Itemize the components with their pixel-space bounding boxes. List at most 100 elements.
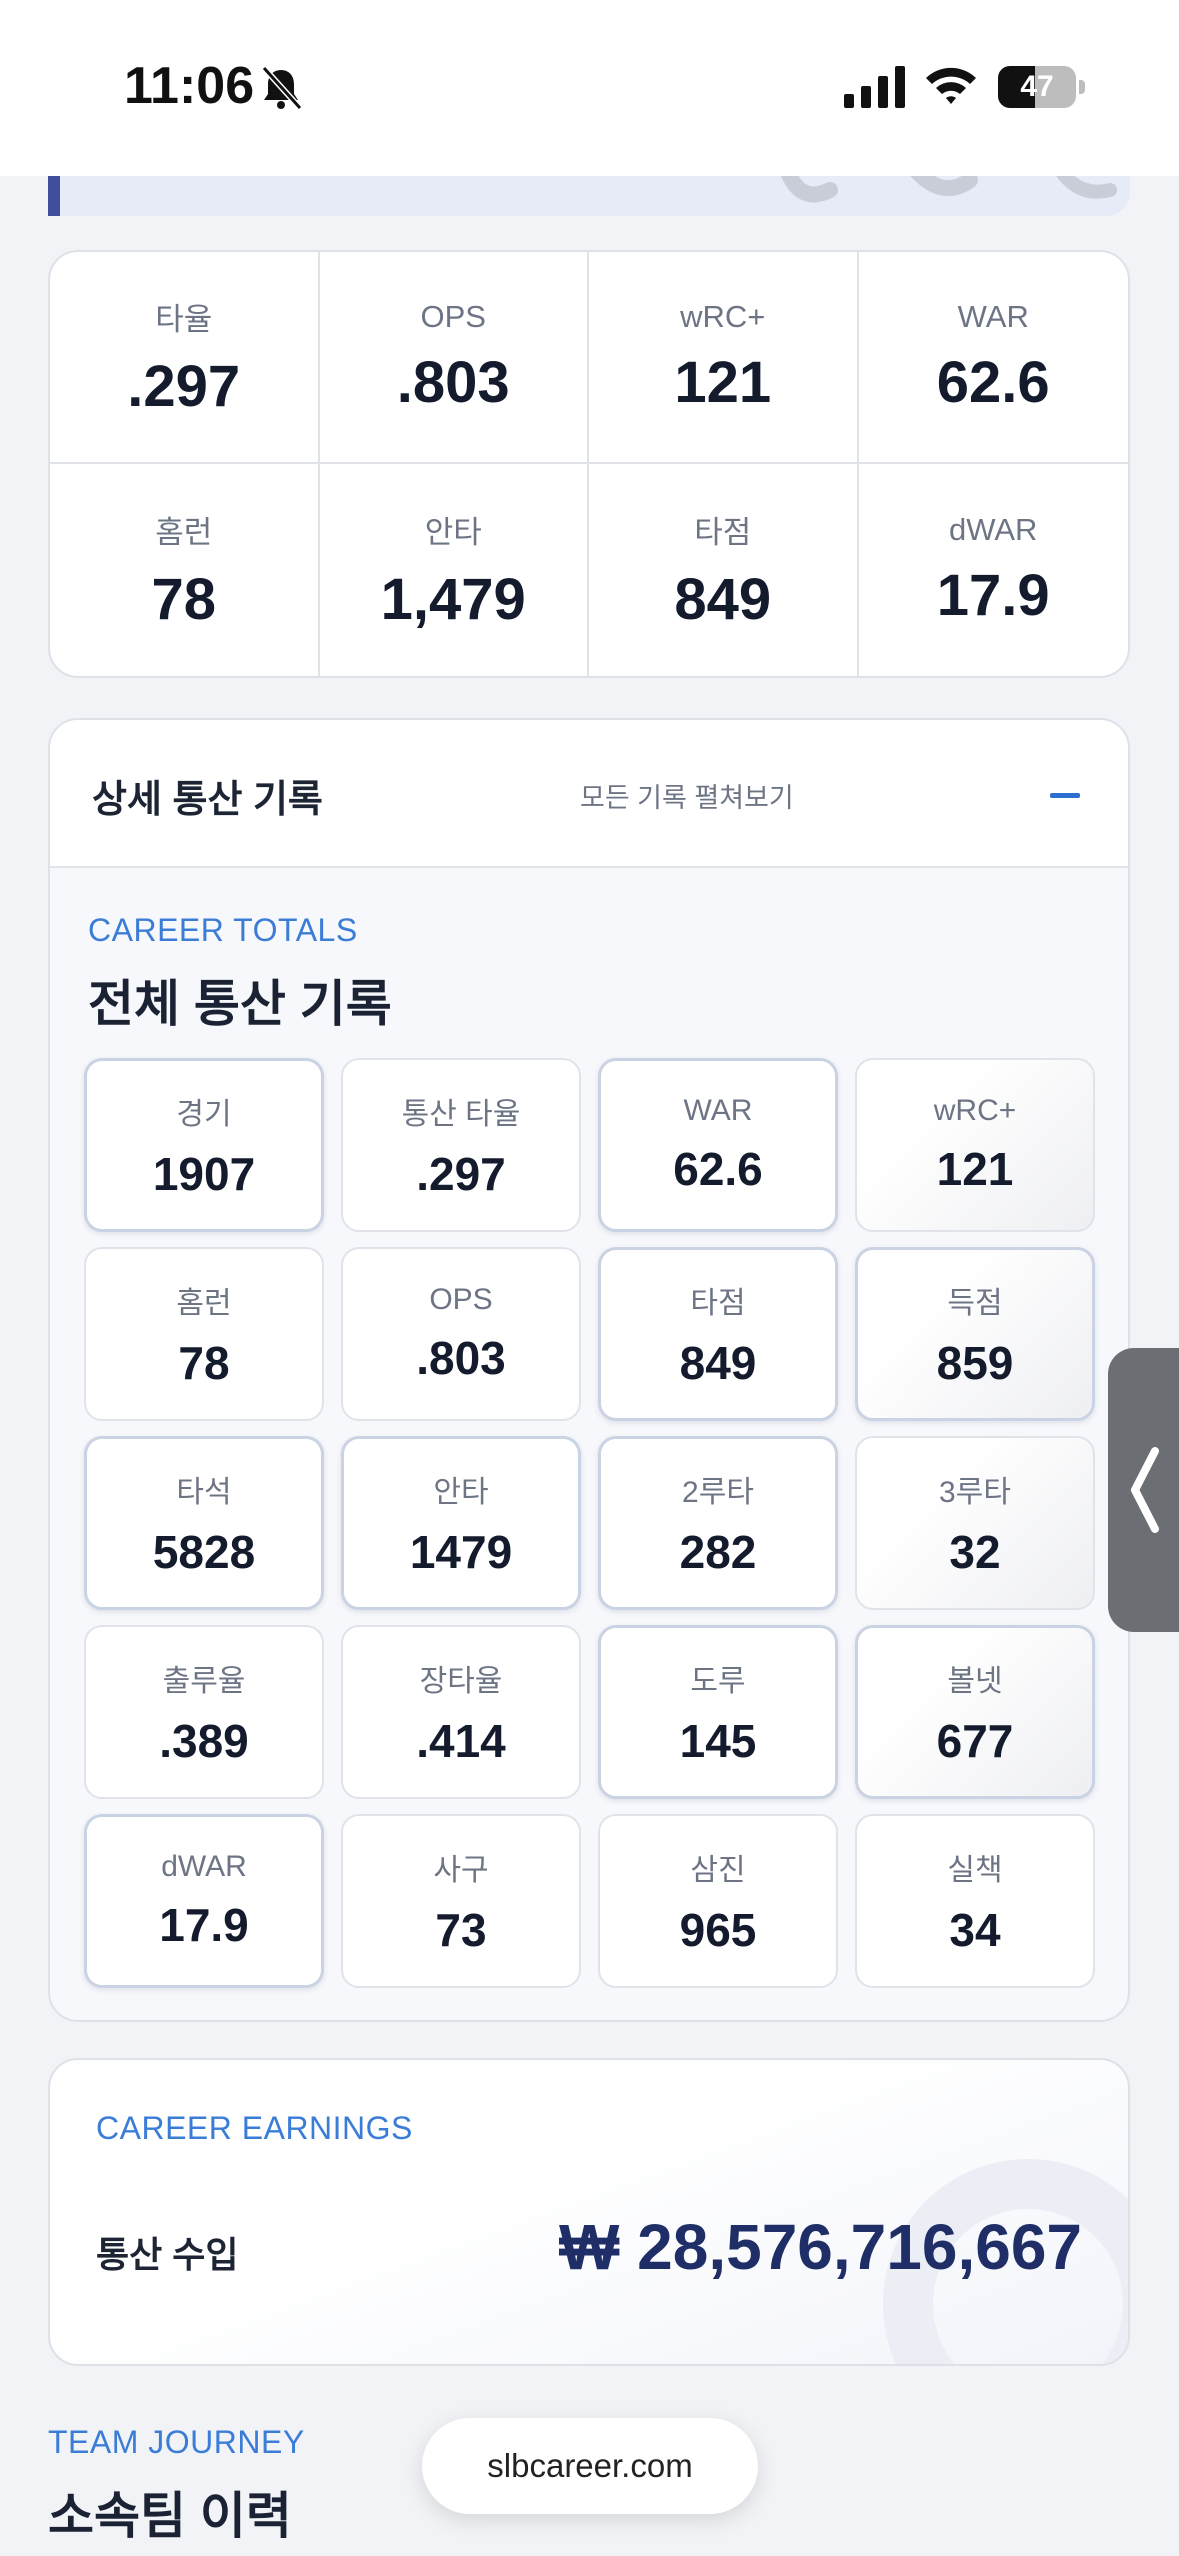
career-total-label: 3루타	[939, 1476, 1011, 1509]
status-bar: 11:06 47	[0, 0, 1179, 176]
battery-text: 47	[1020, 70, 1054, 103]
expand-all-link[interactable]: 모든 기록 펼쳐보기	[580, 776, 794, 815]
career-total-value: 282	[679, 1526, 757, 1578]
career-total-tile: 통산 타율 .297	[341, 1058, 581, 1232]
career-total-label: 홈런	[176, 1287, 232, 1320]
career-total-tile: 볼넷 677	[855, 1625, 1095, 1799]
career-total-value: .803	[416, 1332, 506, 1384]
career-total-tile: 안타 1479	[341, 1436, 581, 1610]
career-total-label: 타점	[690, 1287, 746, 1320]
career-total-tile: 도루 145	[598, 1625, 838, 1799]
summary-stat-value: 17.9	[936, 562, 1050, 628]
earnings-label: 통산 수입	[96, 2234, 239, 2275]
career-total-label: 통산 타율	[401, 1098, 521, 1131]
collapse-button[interactable]	[1040, 772, 1090, 818]
summary-stat-label: wRC+	[680, 298, 766, 334]
career-total-label: 타석	[176, 1476, 232, 1509]
career-total-value: 17.9	[159, 1899, 249, 1951]
summary-stat-value: 1,479	[380, 567, 526, 632]
career-total-value: .414	[416, 1715, 506, 1767]
career-total-tile: 타점 849	[598, 1247, 838, 1421]
summary-stat-label: 안타	[424, 515, 482, 550]
career-total-tile: 장타율 .414	[341, 1625, 581, 1799]
career-total-label: 안타	[433, 1476, 489, 1509]
career-total-value: 1479	[409, 1526, 513, 1578]
summary-stat: OPS .803	[319, 252, 589, 464]
detail-header[interactable]: 상세 통산 기록 모든 기록 펼쳐보기	[50, 720, 1128, 868]
career-total-value: 1907	[152, 1148, 256, 1200]
career-total-label: 득점	[947, 1287, 1003, 1320]
battery-icon: 47	[998, 66, 1076, 108]
career-total-label: 장타율	[419, 1665, 503, 1698]
career-total-label: OPS	[429, 1283, 493, 1316]
wifi-icon	[926, 67, 976, 104]
career-total-value: .389	[159, 1715, 249, 1767]
career-total-tile: dWAR 17.9	[84, 1814, 324, 1988]
career-total-tile: 삼진 965	[598, 1814, 838, 1988]
career-detail-card: 상세 통산 기록 모든 기록 펼쳐보기 CAREER TOTALS 전체 통산 …	[48, 718, 1130, 2022]
career-total-label: WAR	[683, 1094, 753, 1127]
career-earnings-card: CAREER EARNINGS 통산 수입 ₩ 28,576,716,667	[48, 2058, 1130, 2366]
career-total-label: wRC+	[933, 1094, 1017, 1127]
summary-stats-card: 타율 .297 OPS .803 wRC+ 121 WAR 62.6 홈런 78 안타 1,479 타점…	[48, 250, 1130, 678]
summary-stat-value: .297	[127, 354, 241, 419]
summary-stat-label: dWAR	[949, 511, 1038, 547]
url-bar[interactable]: slbcareer.com	[422, 2418, 758, 2514]
career-total-tile: 타석 5828	[84, 1436, 324, 1610]
summary-stat-value: 121	[674, 349, 772, 415]
summary-stat: dWAR 17.9	[859, 464, 1129, 676]
summary-stat-label: WAR	[957, 298, 1029, 334]
career-totals-title: 전체 통산 기록	[88, 976, 392, 1032]
career-total-value: 677	[936, 1715, 1014, 1767]
summary-stat-value: .803	[396, 349, 510, 415]
team-journey-eyebrow: TEAM JOURNEY	[48, 2424, 305, 2460]
career-total-value: 145	[679, 1715, 757, 1767]
minus-icon	[1050, 792, 1080, 798]
career-total-tile: 출루율 .389	[84, 1625, 324, 1799]
career-total-tile: 홈런 78	[84, 1247, 324, 1421]
career-total-label: 삼진	[690, 1854, 746, 1887]
detail-title: 상세 통산 기록	[92, 779, 323, 821]
chevron-left-icon	[1130, 1447, 1159, 1533]
bell-slash-icon	[261, 65, 303, 111]
summary-stat-label: OPS	[420, 298, 486, 334]
career-total-value: 5828	[152, 1526, 256, 1578]
career-totals-grid: 경기 1907 통산 타율 .297 WAR 62.6 wRC+ 121 홈런 78 OPS .803…	[84, 1058, 1096, 1988]
summary-stat: WAR 62.6	[858, 252, 1128, 464]
career-total-label: dWAR	[161, 1850, 247, 1883]
career-total-tile: wRC+ 121	[855, 1058, 1095, 1232]
career-total-value: 78	[178, 1337, 230, 1389]
career-total-tile: 사구 73	[341, 1814, 581, 1988]
summary-stat-label: 타점	[694, 515, 752, 550]
career-total-label: 도루	[690, 1665, 746, 1698]
career-total-value: 73	[435, 1904, 487, 1956]
career-total-label: 출루율	[162, 1665, 246, 1698]
summary-stat-value: 849	[674, 567, 772, 632]
career-total-tile: 3루타 32	[855, 1436, 1095, 1610]
summary-grid: 타율 .297 OPS .803 wRC+ 121 WAR 62.6 홈런 78 안타 1,479 타점…	[50, 252, 1128, 676]
team-journey-title: 소속팀 이력	[48, 2488, 292, 2544]
summary-stat: wRC+ 121	[589, 252, 859, 464]
career-total-tile: OPS .803	[341, 1247, 581, 1421]
summary-stat-value: 62.6	[936, 349, 1050, 415]
career-total-tile: WAR 62.6	[598, 1058, 838, 1232]
career-total-value: 62.6	[673, 1143, 763, 1195]
career-total-value: 859	[936, 1337, 1014, 1389]
career-total-label: 사구	[433, 1854, 489, 1887]
earnings-eyebrow: CAREER EARNINGS	[96, 2110, 413, 2146]
career-total-value: 32	[949, 1526, 1001, 1578]
career-total-tile: 득점 859	[855, 1247, 1095, 1421]
summary-stat: 안타 1,479	[320, 464, 589, 676]
battery-tip	[1079, 80, 1085, 94]
career-total-tile: 경기 1907	[84, 1058, 324, 1232]
career-total-tile: 2루타 282	[598, 1436, 838, 1610]
career-total-label: 경기	[176, 1098, 232, 1131]
summary-stat: 홈런 78	[50, 464, 320, 676]
status-time: 11:06	[124, 57, 255, 115]
side-panel-handle[interactable]	[1108, 1348, 1179, 1632]
career-total-value: 849	[679, 1337, 757, 1389]
career-total-value: 121	[936, 1143, 1014, 1195]
career-total-value: 965	[679, 1904, 757, 1956]
career-total-label: 볼넷	[947, 1665, 1003, 1698]
career-total-label: 실책	[947, 1854, 1003, 1887]
